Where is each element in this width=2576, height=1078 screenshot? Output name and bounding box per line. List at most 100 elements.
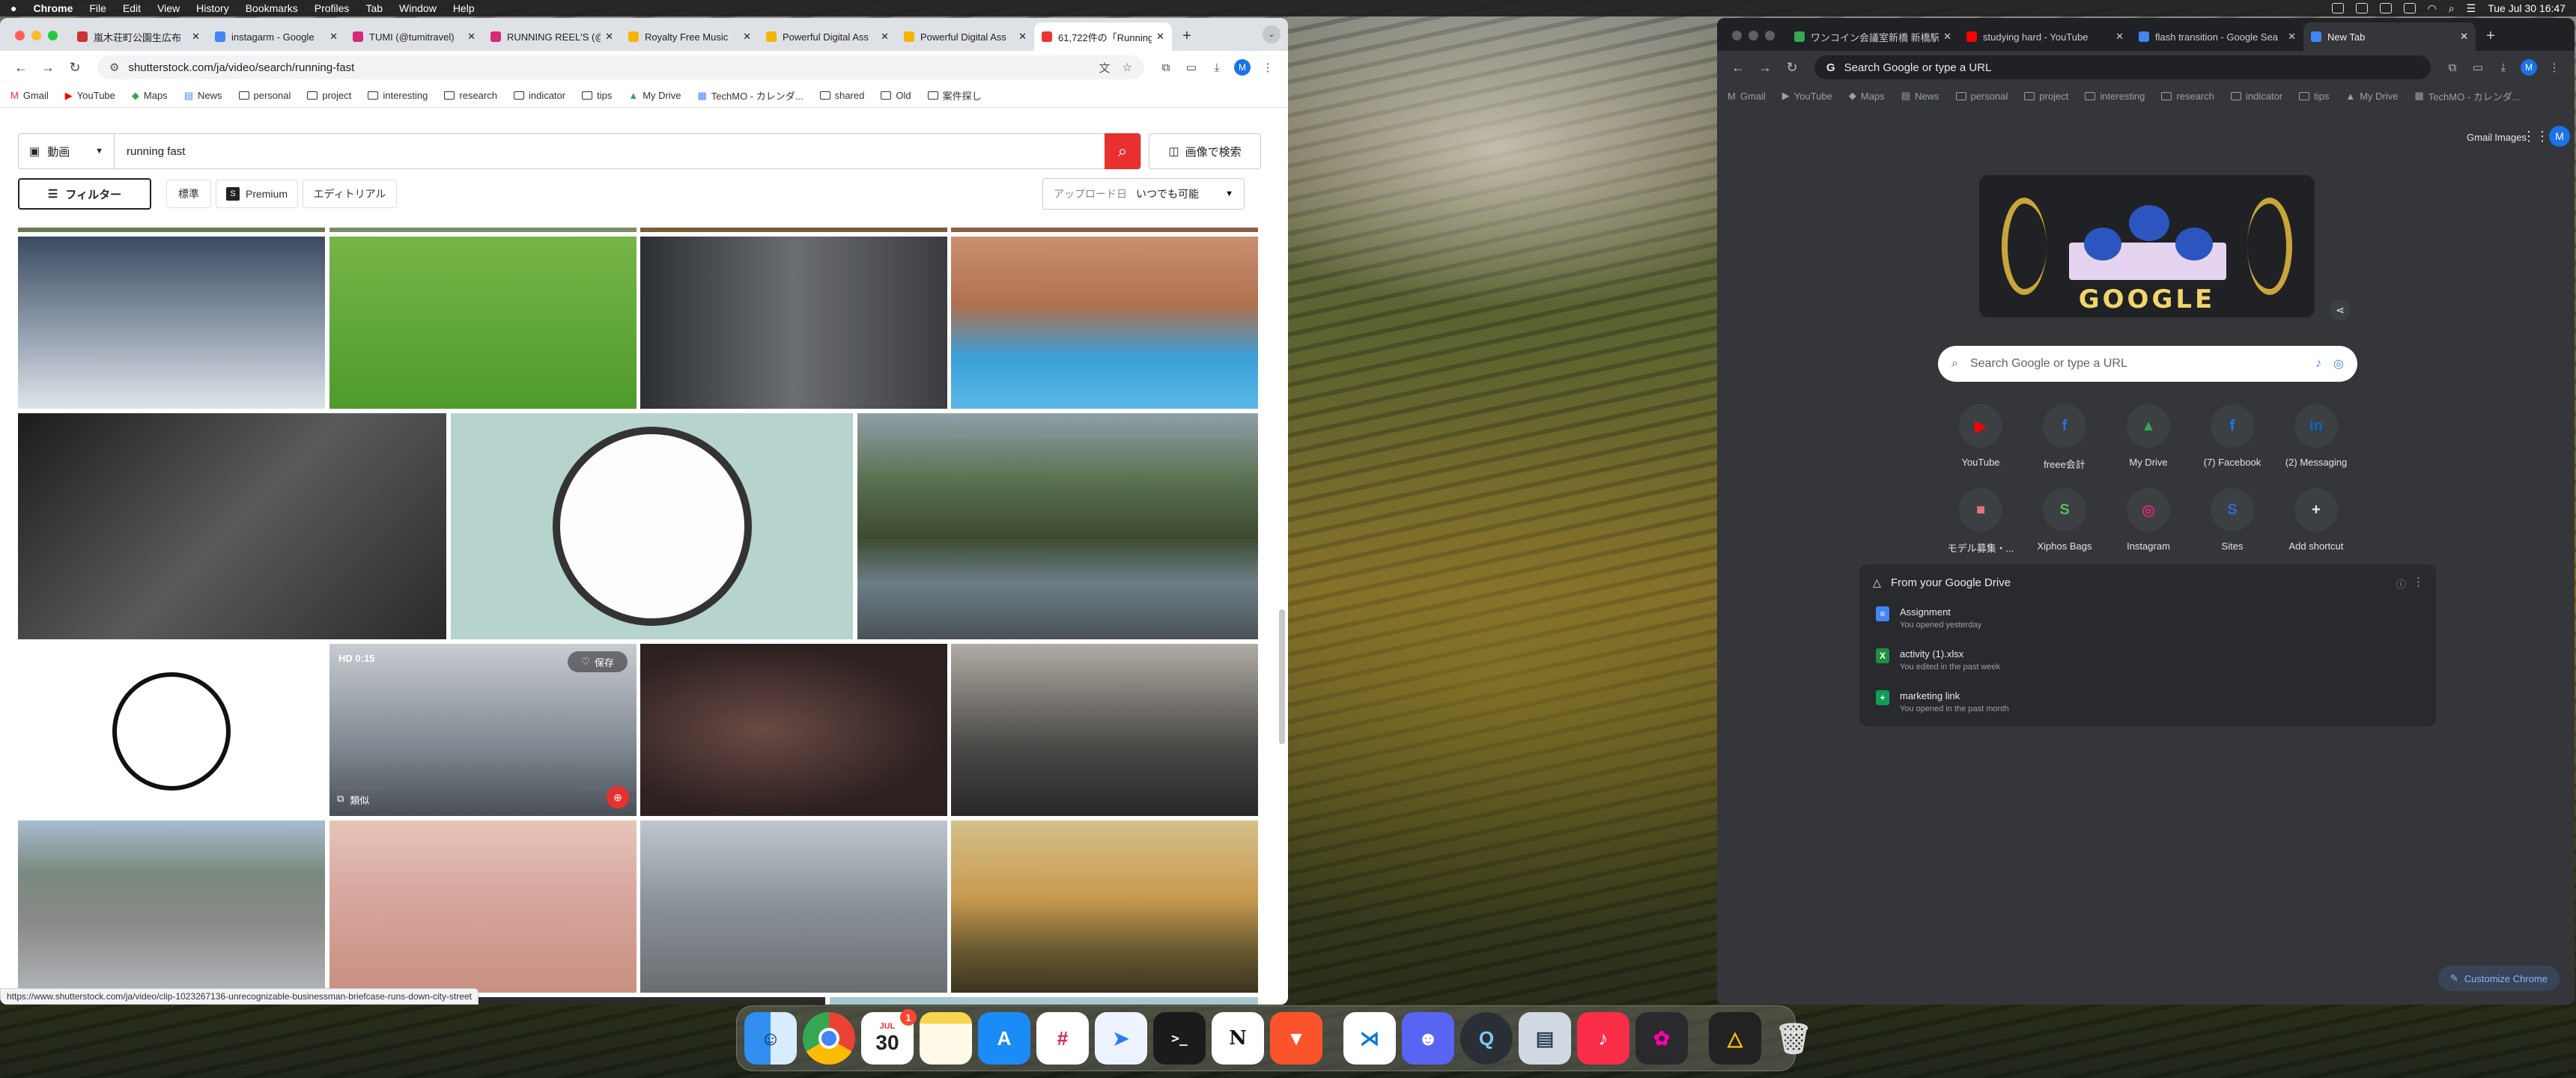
omnibox-placeholder[interactable]: Search Google or type a URL	[1844, 61, 1992, 74]
back-icon[interactable]: ←	[7, 60, 34, 76]
result-thumbnail[interactable]	[18, 644, 325, 816]
result-thumbnail[interactable]	[329, 228, 637, 232]
extensions-icon[interactable]: ⧉	[2440, 61, 2465, 74]
bookmark-folder[interactable]: 案件探し	[927, 88, 982, 103]
bookmark-folder[interactable]: Old	[881, 90, 911, 101]
result-thumbnail[interactable]	[951, 820, 1258, 993]
google-doodle[interactable]: GOOGLE	[1979, 175, 2315, 317]
menu-edit[interactable]: Edit	[123, 2, 141, 14]
davinci-resolve-icon[interactable]: ✿	[1635, 1012, 1688, 1065]
site-info-icon[interactable]: ⚙	[109, 61, 119, 74]
close-tab-icon[interactable]: ✕	[467, 31, 476, 43]
avatar[interactable]: M	[1230, 59, 1255, 76]
bookmark-news[interactable]: ▤ News	[1901, 90, 1939, 102]
tab-active[interactable]: 61,722件の「Running ✕	[1034, 22, 1172, 51]
result-thumbnail[interactable]	[640, 644, 947, 816]
notion-icon[interactable]: N	[1212, 1012, 1264, 1065]
vscode-icon[interactable]: ⋊	[1343, 1012, 1396, 1065]
slack-icon[interactable]: #	[1036, 1012, 1089, 1065]
menu-file[interactable]: File	[89, 2, 106, 14]
result-thumbnail[interactable]	[18, 228, 325, 232]
shortcut-instagram[interactable]: ◎ Instagram	[2107, 488, 2190, 552]
app-store-icon[interactable]: A	[978, 1012, 1030, 1065]
terminal-icon[interactable]: >_	[1153, 1012, 1206, 1065]
close-tab-icon[interactable]: ✕	[2288, 31, 2296, 43]
shortcut-sites[interactable]: S Sites	[2191, 488, 2273, 552]
drive-file[interactable]: ≡ Assignment You opened yesterday	[1876, 606, 1981, 630]
music-icon[interactable]: ♪	[1577, 1012, 1629, 1065]
result-thumbnail[interactable]	[329, 820, 637, 993]
forward-icon[interactable]: →	[34, 60, 61, 76]
shortcut-youtube[interactable]: ▶ YouTube	[1939, 404, 2022, 468]
shortcut-facebook[interactable]: f (7) Facebook	[2191, 404, 2273, 468]
reload-icon[interactable]: ↻	[61, 60, 88, 76]
result-thumbnail[interactable]	[951, 644, 1258, 816]
minimize-window-button[interactable]	[1749, 31, 1758, 40]
result-thumbnail[interactable]	[640, 820, 947, 993]
tab[interactable]: flash transition - Google Sea ✕	[2131, 22, 2303, 51]
menu-view[interactable]: View	[157, 2, 180, 14]
drive-file[interactable]: + marketing link You opened in the past m…	[1876, 690, 2009, 713]
address-bar[interactable]: ⚙ shutterstock.com/ja/video/search/runni…	[97, 55, 1144, 79]
brave-icon[interactable]: ▼	[1270, 1012, 1322, 1065]
info-icon[interactable]: ⓘ	[2396, 576, 2406, 591]
cast-icon[interactable]: ▭	[2465, 61, 2491, 74]
scrollbar-thumb[interactable]	[1279, 609, 1285, 744]
result-thumbnail[interactable]	[830, 997, 1258, 1005]
apps-grid-icon[interactable]: ⋮⋮	[2522, 129, 2549, 144]
bookmark-folder[interactable]: interesting	[2085, 91, 2145, 102]
add-shortcut-button[interactable]: + Add shortcut	[2275, 488, 2357, 552]
ntp-search-box[interactable]: ⌕ Search Google or type a URL ♪ ◎	[1938, 346, 2357, 382]
bookmark-maps[interactable]: ◆ Maps	[132, 90, 168, 102]
finder-icon[interactable]: ☺	[744, 1012, 797, 1065]
mic-icon[interactable]: ♪	[2315, 357, 2321, 371]
shortcut-freee[interactable]: f freee会計	[2023, 404, 2106, 471]
tab[interactable]: Royalty Free Music ✕	[621, 22, 759, 51]
close-tab-icon[interactable]: ✕	[1943, 31, 1951, 43]
result-thumbnail[interactable]	[424, 997, 825, 1005]
quicktime-icon[interactable]: Q	[1460, 1012, 1513, 1065]
reload-icon[interactable]: ↻	[1778, 60, 1805, 76]
result-thumbnail[interactable]	[951, 237, 1258, 409]
bookmark-gmail[interactable]: M Gmail	[1728, 91, 1766, 102]
bookmark-folder[interactable]: personal	[1955, 91, 2008, 102]
testflight-icon[interactable]: ➤	[1095, 1012, 1147, 1065]
search-icon[interactable]: ⌕	[2449, 2, 2455, 15]
status-icon[interactable]	[2331, 3, 2344, 13]
tab-active[interactable]: New Tab ✕	[2303, 22, 2476, 51]
result-thumbnail[interactable]	[857, 413, 1258, 639]
bookmark-gmail[interactable]: M Gmail	[10, 90, 49, 101]
close-tab-icon[interactable]: ✕	[605, 31, 613, 43]
filter-chip-editorial[interactable]: エディトリアル	[303, 180, 397, 208]
result-thumbnail[interactable]	[951, 228, 1258, 232]
tab[interactable]: 嵐木荘町公園生広布 ✕	[70, 22, 207, 51]
bookmark-folder[interactable]: project	[2024, 91, 2068, 102]
cast-icon[interactable]: ▭	[1179, 61, 1204, 74]
close-window-button[interactable]	[15, 31, 25, 40]
result-thumbnail[interactable]	[18, 237, 325, 409]
save-button[interactable]: ♡ 保存	[568, 651, 628, 672]
shortcut-linkedin[interactable]: in (2) Messaging	[2275, 404, 2357, 468]
upload-date-select[interactable]: アップロード日 いつでも可能 ▼	[1042, 178, 1245, 210]
minimize-window-button[interactable]	[31, 31, 41, 40]
bookmark-folder[interactable]: tips	[582, 90, 612, 101]
menu-tab[interactable]: Tab	[365, 2, 383, 14]
hovered-clip[interactable]: HD 0:15 ♡ 保存 ⧉ 類似 ⊕	[329, 644, 637, 816]
translate-icon[interactable]: 文	[1099, 60, 1111, 76]
media-type-select[interactable]: ▣ 動画 ▼	[19, 134, 115, 168]
close-tab-icon[interactable]: ✕	[1018, 31, 1027, 43]
menu-bookmarks[interactable]: Bookmarks	[246, 2, 298, 14]
bookmark-folder[interactable]: indicator	[513, 90, 565, 101]
result-thumbnail[interactable]	[640, 237, 947, 409]
shortcut-my-drive[interactable]: ▲ My Drive	[2107, 404, 2190, 468]
tab[interactable]: TUMI (@tumitravel) ✕	[345, 22, 483, 51]
download-icon[interactable]: ⤓	[1204, 61, 1230, 74]
result-thumbnail[interactable]	[640, 228, 947, 232]
calendar-icon[interactable]: JUL 30 1	[861, 1009, 917, 1065]
close-tab-icon[interactable]: ✕	[881, 31, 889, 43]
close-tab-icon[interactable]: ✕	[2115, 31, 2124, 43]
wifi-icon[interactable]: ◠	[2428, 2, 2437, 15]
customize-chrome-button[interactable]: ✎ Customize Chrome	[2437, 966, 2560, 991]
tab[interactable]: studying hard - YouTube ✕	[1959, 22, 2131, 51]
url-text[interactable]: shutterstock.com/ja/video/search/running…	[128, 61, 354, 74]
